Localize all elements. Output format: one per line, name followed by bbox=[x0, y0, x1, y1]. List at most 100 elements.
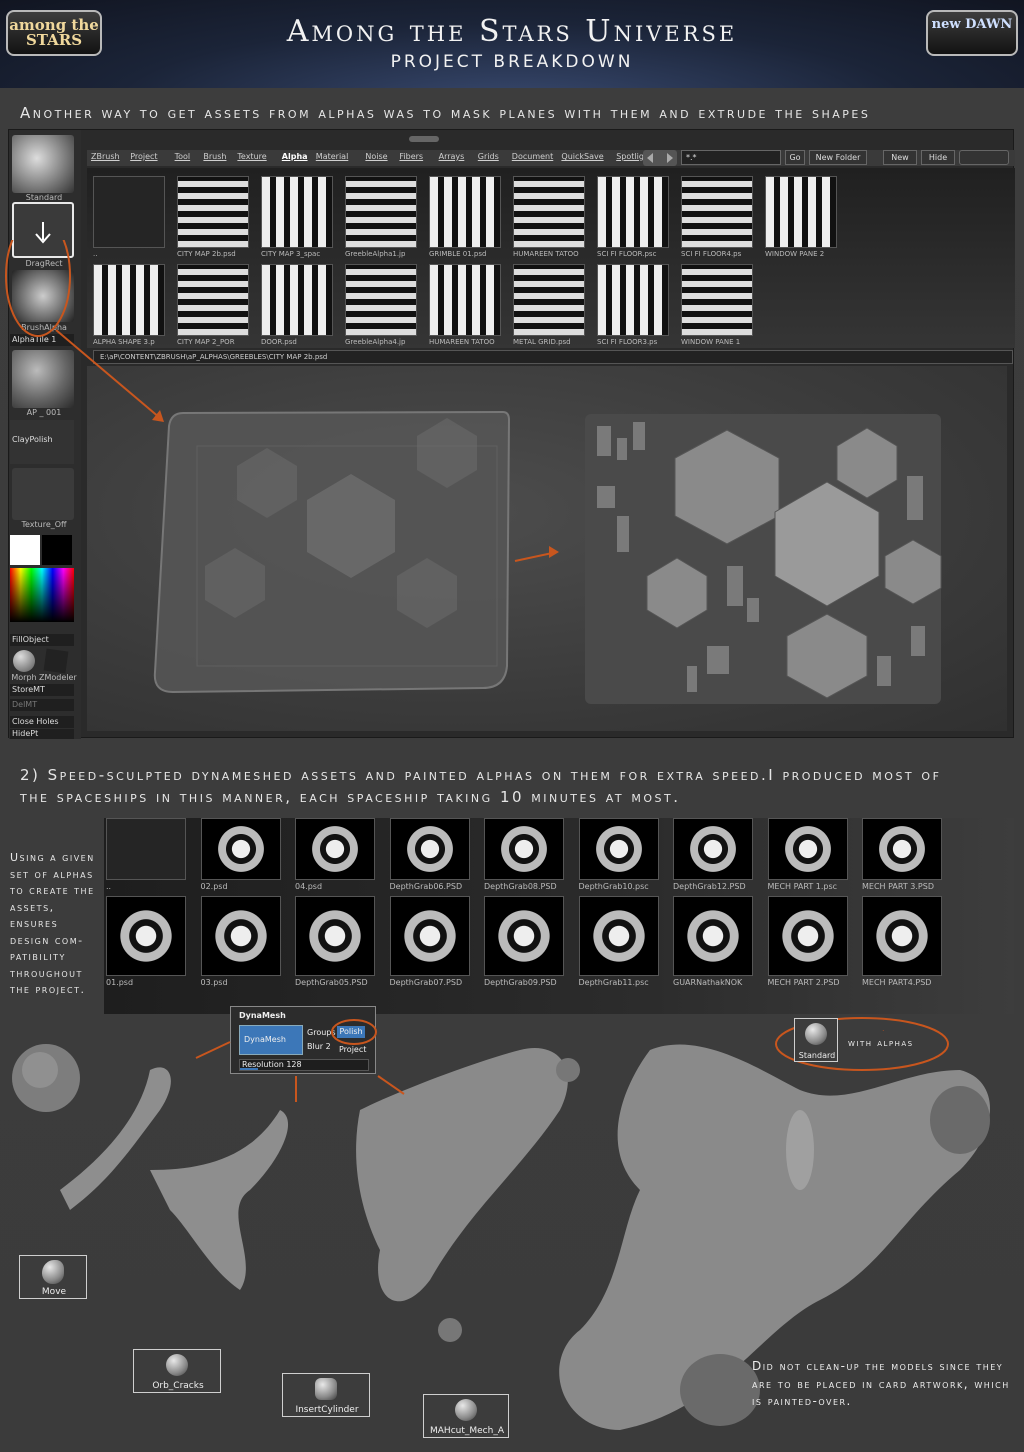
alpha-thumbnail[interactable] bbox=[177, 176, 249, 248]
brush-mahcut-mech[interactable]: MAHcut_Mech_A bbox=[423, 1394, 509, 1438]
secondary-color-swatch[interactable] bbox=[42, 535, 72, 565]
zmodeler-icon[interactable] bbox=[43, 648, 69, 674]
new-folder-button[interactable]: New Folder bbox=[809, 150, 867, 165]
alpha-thumbnail[interactable] bbox=[578, 818, 659, 880]
menu-item-texture[interactable]: Texture bbox=[237, 152, 266, 161]
menu-item-project[interactable]: Project bbox=[130, 152, 157, 161]
alpha-thumbnail-label: DepthGrab09.PSD bbox=[484, 978, 557, 987]
window-controls[interactable] bbox=[959, 150, 1009, 165]
menu-item-arrays[interactable]: Arrays bbox=[439, 152, 465, 161]
alpha-thumbnail[interactable] bbox=[200, 818, 281, 880]
morph-icon[interactable] bbox=[13, 650, 35, 672]
alpha-thumbnail[interactable] bbox=[513, 264, 585, 336]
brush-orb-cracks[interactable]: Orb_Cracks bbox=[133, 1349, 221, 1393]
new-button[interactable]: New bbox=[883, 150, 917, 165]
del-mt-button[interactable]: DelMT bbox=[10, 699, 74, 711]
hide-pt-button[interactable]: HidePt bbox=[10, 729, 74, 739]
extrusion-illustration bbox=[153, 410, 942, 704]
alpha-thumbnail[interactable] bbox=[484, 818, 564, 880]
menu-item-brush[interactable]: Brush bbox=[203, 152, 226, 161]
primary-color-swatch[interactable] bbox=[10, 535, 40, 565]
alpha-thumbnail-label: WINDOW PANE 1 bbox=[681, 338, 741, 346]
alpha-thumbnail[interactable] bbox=[106, 896, 186, 976]
alpha-thumbnail[interactable] bbox=[767, 896, 848, 976]
go-button[interactable]: Go bbox=[785, 150, 805, 165]
alpha-thumbnail[interactable] bbox=[597, 176, 669, 248]
alpha-thumbnail-label: DOOR.psd bbox=[261, 338, 297, 346]
extruded-city-shape bbox=[585, 414, 942, 704]
morph-label: Morph bbox=[11, 673, 37, 682]
scroll-handle[interactable] bbox=[409, 136, 439, 142]
alpha-browser-2: .. 02.psd 04.psd DepthGrab06.PSD DepthGrab08… bbox=[104, 818, 1014, 1014]
alpha-thumbnail[interactable] bbox=[345, 176, 417, 248]
alpha-thumbnail[interactable] bbox=[389, 896, 470, 976]
menu-item-tool[interactable]: Tool bbox=[175, 152, 191, 161]
alpha-thumbnail[interactable] bbox=[862, 896, 942, 976]
alpha-thumbnail[interactable] bbox=[681, 264, 753, 336]
insert-cylinder-brush-icon bbox=[315, 1378, 337, 1400]
alpha-thumbnail-label: HUMAREEN TATOO bbox=[429, 338, 495, 346]
alpha-thumbnail[interactable] bbox=[681, 176, 753, 248]
alpha-thumbnail[interactable] bbox=[429, 264, 501, 336]
texture-thumbnail[interactable] bbox=[12, 468, 74, 520]
alpha-thumbnail-label: GUARNathakNOK bbox=[673, 978, 743, 987]
alpha-thumbnail[interactable] bbox=[765, 176, 837, 248]
store-mt-button[interactable]: StoreMT bbox=[10, 684, 74, 696]
brush-standard[interactable]: Standard bbox=[794, 1018, 838, 1062]
alpha-thumbnail[interactable] bbox=[389, 818, 470, 880]
menu-item-zbrush[interactable]: ZBrush bbox=[91, 152, 120, 161]
alpha-thumbnail-label: DepthGrab10.psc bbox=[578, 882, 649, 891]
menu-item-quicksave[interactable]: QuickSave bbox=[561, 152, 603, 161]
alpha-thumbnail[interactable] bbox=[261, 176, 333, 248]
brush-move[interactable]: Move bbox=[19, 1255, 87, 1299]
alpha-browser: .. CITY MAP 2b.psd CITY MAP 3_spac GreebleA… bbox=[87, 168, 1015, 348]
alpha-thumbnail[interactable] bbox=[295, 896, 375, 976]
among-the-stars-logo: among the STARS bbox=[6, 10, 102, 56]
alpha-thumbnail[interactable] bbox=[862, 818, 942, 880]
alpha-thumbnail[interactable] bbox=[261, 264, 333, 336]
parent-folder[interactable] bbox=[106, 818, 186, 880]
brush-insert-cylinder[interactable]: InsertCylinder bbox=[282, 1373, 370, 1417]
alpha-thumbnail[interactable] bbox=[484, 896, 564, 976]
menu-item-fibers[interactable]: Fibers bbox=[399, 152, 423, 161]
alpha-thumbnail[interactable] bbox=[295, 818, 375, 880]
fill-object-button[interactable]: FillObject bbox=[10, 634, 74, 646]
alpha-thumbnail-label: 04.psd bbox=[295, 882, 323, 891]
alpha-thumbnail[interactable] bbox=[429, 176, 501, 248]
menu-item-material[interactable]: Material bbox=[316, 152, 349, 161]
menu-item-noise[interactable]: Noise bbox=[365, 152, 387, 161]
alpha-thumbnail[interactable] bbox=[513, 176, 585, 248]
alpha-thumbnail[interactable] bbox=[345, 264, 417, 336]
logo-right-text: new DAWN bbox=[931, 17, 1013, 32]
alpha-thumbnail-label: SCI FI FLOOR.psc bbox=[597, 250, 657, 258]
viewport-1[interactable] bbox=[87, 366, 1007, 731]
parent-folder[interactable] bbox=[93, 176, 165, 248]
close-holes-button[interactable]: Close Holes bbox=[10, 716, 74, 728]
mahcut-brush-icon bbox=[455, 1399, 477, 1421]
alpha-thumbnail-label: SCI FI FLOOR3.ps bbox=[597, 338, 658, 346]
menu-item-document[interactable]: Document bbox=[512, 152, 553, 161]
zmodeler-label: ZModeler bbox=[39, 673, 77, 682]
hide-button[interactable]: Hide bbox=[921, 150, 955, 165]
alpha-thumbnail[interactable] bbox=[200, 896, 281, 976]
alpha-thumbnail[interactable] bbox=[578, 896, 659, 976]
nav-arrows[interactable] bbox=[643, 150, 677, 166]
alpha-thumbnail-label: 03.psd bbox=[200, 978, 228, 987]
alpha-thumbnail-label: WINDOW PANE 2 bbox=[765, 250, 825, 258]
alpha-thumbnail-label: DepthGrab11.psc bbox=[578, 978, 649, 987]
alpha-thumbnail-label: MECH PART4.PSD bbox=[862, 978, 932, 987]
menu-bar: ZBrush Project Tool Brush Texture Alpha Materi… bbox=[87, 150, 1015, 166]
brush-thumbnail[interactable] bbox=[12, 135, 74, 193]
menu-item-alpha[interactable]: Alpha bbox=[282, 152, 308, 161]
brush-mahcut-label: MAHcut_Mech_A bbox=[430, 1426, 504, 1436]
alpha-thumbnail[interactable] bbox=[597, 264, 669, 336]
search-input[interactable]: *.* bbox=[681, 150, 781, 165]
color-picker[interactable] bbox=[10, 568, 74, 622]
alpha-thumbnail[interactable] bbox=[673, 818, 753, 880]
alpha-thumbnail[interactable] bbox=[673, 896, 753, 976]
alpha-thumbnail-label: SCI FI FLOOR4.ps bbox=[681, 250, 742, 258]
insert-stage bbox=[356, 1048, 568, 1302]
menu-item-grids[interactable]: Grids bbox=[478, 152, 499, 161]
alpha-thumbnail[interactable] bbox=[767, 818, 848, 880]
section2-caption-line1: 2) Speed-sculpted dynameshed assets and … bbox=[20, 766, 942, 784]
